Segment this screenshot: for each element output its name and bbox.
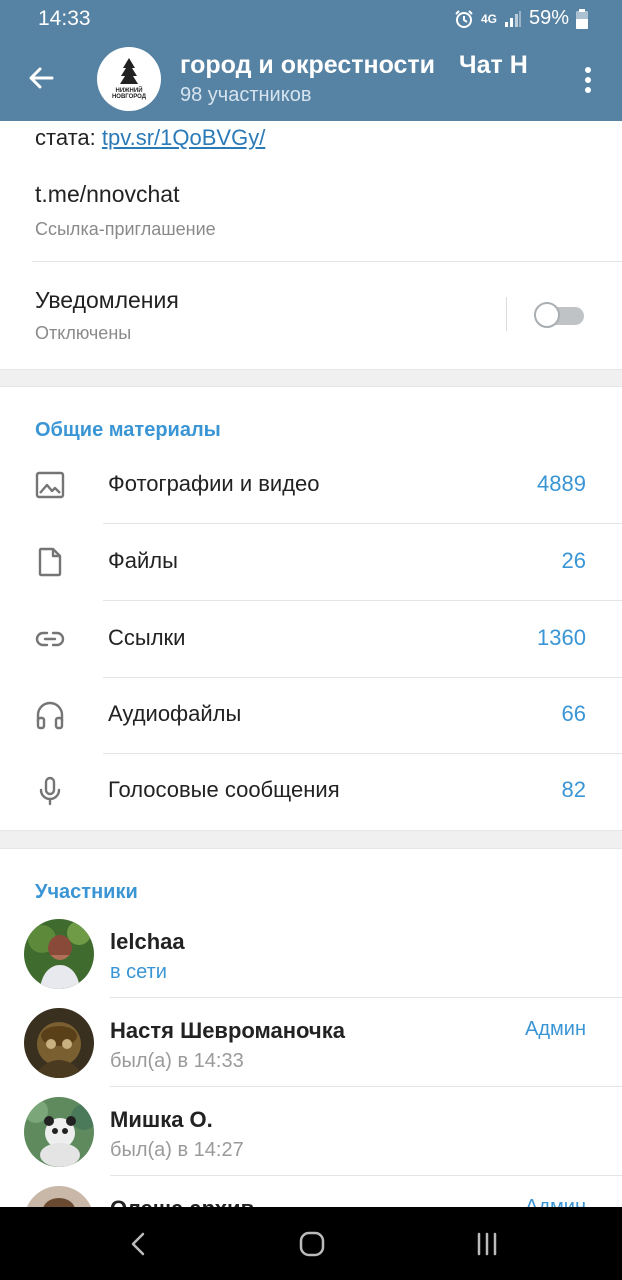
photo-icon (35, 471, 65, 499)
member-status: в сети (110, 961, 167, 983)
more-options-icon[interactable] (578, 65, 598, 95)
member-row[interactable]: Настя Шевроманочка был(а) в 14:33 Админ (0, 998, 622, 1087)
members-title: Участники (35, 881, 138, 903)
microphone-icon (39, 776, 61, 806)
alarm-icon (455, 9, 473, 28)
description-link[interactable]: tpv.sr/1QoBVGy/ (102, 125, 265, 150)
media-count: 1360 (537, 625, 586, 650)
media-label: Файлы (108, 548, 178, 573)
media-count: 4889 (537, 471, 586, 496)
media-label: Фотографии и видео (108, 471, 320, 496)
member-name: Мишка О. (110, 1107, 213, 1132)
svg-text:НИЖНИЙ: НИЖНИЙ (115, 86, 142, 94)
home-icon[interactable] (297, 1229, 327, 1259)
media-label: Аудиофайлы (108, 701, 242, 726)
headphones-icon (36, 701, 64, 730)
invite-link[interactable]: t.me/nnovchat (35, 181, 179, 208)
system-navigation-bar (0, 1207, 622, 1280)
network-type: 4G (480, 11, 497, 26)
member-status: был(а) в 14:27 (110, 1139, 244, 1161)
group-avatar[interactable]: НИЖНИЙ НОВГОРОД (97, 47, 161, 111)
section-gap (0, 369, 622, 387)
media-row-links[interactable]: Ссылки 1360 (0, 601, 622, 678)
shared-media-title: Общие материалы (35, 419, 221, 441)
media-row-photos[interactable]: Фотографии и видео 4889 (0, 447, 622, 524)
member-row[interactable]: Олеша архив Админ (0, 1176, 622, 1207)
avatar (24, 1097, 94, 1167)
media-row-audio[interactable]: Аудиофайлы 66 (0, 677, 622, 754)
member-name: lelchaa (110, 929, 185, 954)
notifications-toggle[interactable] (534, 302, 586, 328)
link-icon (35, 631, 65, 647)
file-icon (38, 547, 62, 577)
status-bar: 14:33 4G 59% (0, 0, 622, 37)
svg-text:НОВГОРОД: НОВГОРОД (112, 94, 147, 100)
shared-media-section: Общие материалы Фотографии и видео 4889 … (0, 387, 622, 830)
member-name: Настя Шевроманочка (110, 1018, 345, 1043)
status-time: 14:33 (38, 7, 91, 30)
member-row[interactable]: lelchaa в сети (0, 909, 622, 998)
media-row-voice[interactable]: Голосовые сообщения 82 (0, 753, 622, 830)
avatar (24, 1008, 94, 1078)
media-count: 26 (561, 548, 586, 573)
invite-link-caption: Ссылка-приглашение (35, 219, 216, 239)
back-icon[interactable] (124, 1229, 154, 1259)
member-row[interactable]: Мишка О. был(а) в 14:27 (0, 1087, 622, 1176)
avatar (24, 1186, 94, 1207)
toggle-knob (534, 302, 560, 328)
chat-info-section: стата: tpv.sr/1QoBVGy/ t.me/nnovchat Ссы… (0, 121, 622, 369)
recent-apps-icon[interactable] (472, 1229, 502, 1259)
member-name: Олеша архив (110, 1196, 254, 1207)
city-logo-icon: НИЖНИЙ НОВГОРОД (112, 58, 147, 100)
notifications-label[interactable]: Уведомления (35, 287, 179, 314)
description-text: стата: (35, 125, 96, 150)
members-section: Участники lelchaa в сети Настя Шевромано… (0, 849, 622, 1207)
chat-title[interactable]: город и окрестности Чат Н (180, 51, 548, 83)
notifications-status: Отключены (35, 323, 132, 343)
battery-level: 59% (528, 7, 569, 29)
chat-title-part: город и окрестности (180, 51, 436, 79)
media-count: 82 (561, 777, 586, 802)
back-arrow-icon[interactable] (26, 63, 56, 93)
status-icons: 4G 59% (454, 7, 588, 30)
divider (32, 261, 622, 262)
media-count: 66 (561, 701, 586, 726)
member-count: 98 участников (180, 84, 312, 106)
media-label: Ссылки (108, 625, 186, 650)
divider (506, 297, 507, 331)
member-status: был(а) в 14:33 (110, 1050, 244, 1072)
media-row-files[interactable]: Файлы 26 (0, 524, 622, 601)
signal-icon (504, 10, 521, 27)
battery-icon (576, 8, 588, 29)
media-label: Голосовые сообщения (108, 777, 340, 802)
chat-description: стата: tpv.sr/1QoBVGy/ (35, 125, 265, 151)
chat-title-part: Чат Н (459, 51, 528, 79)
chat-header: НИЖНИЙ НОВГОРОД город и окрестности Чат Н… (0, 37, 622, 121)
admin-badge: Админ (525, 1196, 586, 1207)
admin-badge: Админ (525, 1018, 586, 1040)
avatar (24, 919, 94, 989)
section-gap (0, 830, 622, 849)
